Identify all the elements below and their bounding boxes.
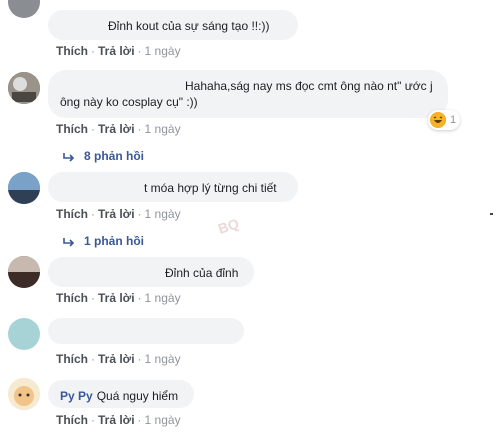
comment-actions: Thích · Trả lời · 1 ngày: [56, 122, 181, 136]
separator: ·: [137, 207, 142, 221]
avatar[interactable]: [8, 378, 40, 410]
separator: ·: [91, 44, 95, 58]
comment-actions: Thích · Trả lời · 1 ngày: [56, 44, 181, 58]
timestamp[interactable]: 1 ngày: [145, 122, 181, 136]
replies-count: 8 phản hồi: [84, 149, 144, 163]
reply-link[interactable]: Trả lời: [98, 207, 135, 221]
avatar-image: [8, 256, 40, 288]
like-link[interactable]: Thích: [56, 207, 88, 221]
reaction-number: 1: [450, 114, 457, 126]
comment-bubble: Py Py Quá nguy hiểm: [48, 380, 194, 408]
separator: ·: [137, 122, 142, 136]
watermark-logo: BQ: [216, 215, 241, 237]
commenter-name[interactable]: Py Py: [60, 389, 93, 403]
separator: ·: [91, 207, 95, 221]
comment-bubble: Đỉnh của đỉnh: [48, 257, 254, 287]
avatar[interactable]: [8, 256, 40, 288]
like-link[interactable]: Thích: [56, 352, 88, 366]
timestamp[interactable]: 1 ngày: [145, 413, 181, 427]
comment-bubble: Hahaha,ság nay ms đọc cmt ông nào nt" ướ…: [48, 70, 448, 118]
separator: ·: [137, 352, 142, 366]
view-replies-link[interactable]: 8 phản hồi: [62, 149, 144, 163]
timestamp[interactable]: 1 ngày: [145, 207, 181, 221]
comment-text: Đỉnh của đỉnh: [165, 266, 239, 280]
reply-link[interactable]: Trả lời: [98, 352, 135, 366]
edge-mark: [490, 213, 493, 215]
reaction-count[interactable]: 1: [428, 110, 461, 130]
comment-bubble: t móa hợp lý từng chi tiết: [48, 172, 298, 202]
cat-avatar-image: [8, 378, 40, 410]
reply-link[interactable]: Trả lời: [98, 413, 135, 427]
reply-link[interactable]: Trả lời: [98, 122, 135, 136]
reply-arrow-icon: [63, 152, 75, 162]
avatar-image: [8, 172, 40, 204]
separator: ·: [137, 413, 142, 427]
reply-arrow-icon: [63, 237, 75, 247]
separator: ·: [91, 352, 95, 366]
separator: ·: [91, 122, 95, 136]
comment-bubble: [48, 318, 244, 344]
separator: ·: [91, 291, 95, 305]
like-link[interactable]: Thích: [56, 413, 88, 427]
comment-text-line-2: ông này ko cosplay cụ" :)): [60, 95, 198, 109]
comment-actions: Thích · Trả lời · 1 ngày: [56, 352, 181, 366]
comment-actions: Thích · Trả lời · 1 ngày: [56, 207, 181, 221]
like-link[interactable]: Thích: [56, 291, 88, 305]
replies-count: 1 phản hồi: [84, 234, 144, 248]
avatar-image: [8, 72, 40, 104]
avatar[interactable]: [8, 72, 40, 104]
reply-link[interactable]: Trả lời: [98, 291, 135, 305]
reply-link[interactable]: Trả lời: [98, 44, 135, 58]
haha-reaction-icon: [430, 112, 446, 128]
view-replies-link[interactable]: 1 phản hồi: [62, 234, 144, 248]
comment-text: Đỉnh kout của sự sáng tạo !!:)): [108, 19, 270, 33]
haha-face: [430, 112, 446, 128]
like-link[interactable]: Thích: [56, 44, 88, 58]
avatar[interactable]: [8, 172, 40, 204]
like-link[interactable]: Thích: [56, 122, 88, 136]
comment-text: Quá nguy hiểm: [96, 389, 179, 403]
timestamp[interactable]: 1 ngày: [145, 44, 181, 58]
comment-text: t móa hợp lý từng chi tiết: [144, 181, 277, 195]
avatar[interactable]: [8, 318, 40, 350]
timestamp[interactable]: 1 ngày: [145, 291, 181, 305]
separator: ·: [137, 291, 142, 305]
comment-actions: Thích · Trả lời · 1 ngày: [56, 291, 181, 305]
separator: ·: [91, 413, 95, 427]
comment-bubble: Đỉnh kout của sự sáng tạo !!:)): [48, 10, 298, 40]
separator: ·: [137, 44, 142, 58]
timestamp[interactable]: 1 ngày: [145, 352, 181, 366]
comment-text-line-1: Hahaha,ság nay ms đọc cmt ông nào nt" ướ…: [185, 79, 433, 93]
avatar[interactable]: [8, 0, 40, 18]
comment-actions: Thích · Trả lời · 1 ngày: [56, 413, 181, 427]
